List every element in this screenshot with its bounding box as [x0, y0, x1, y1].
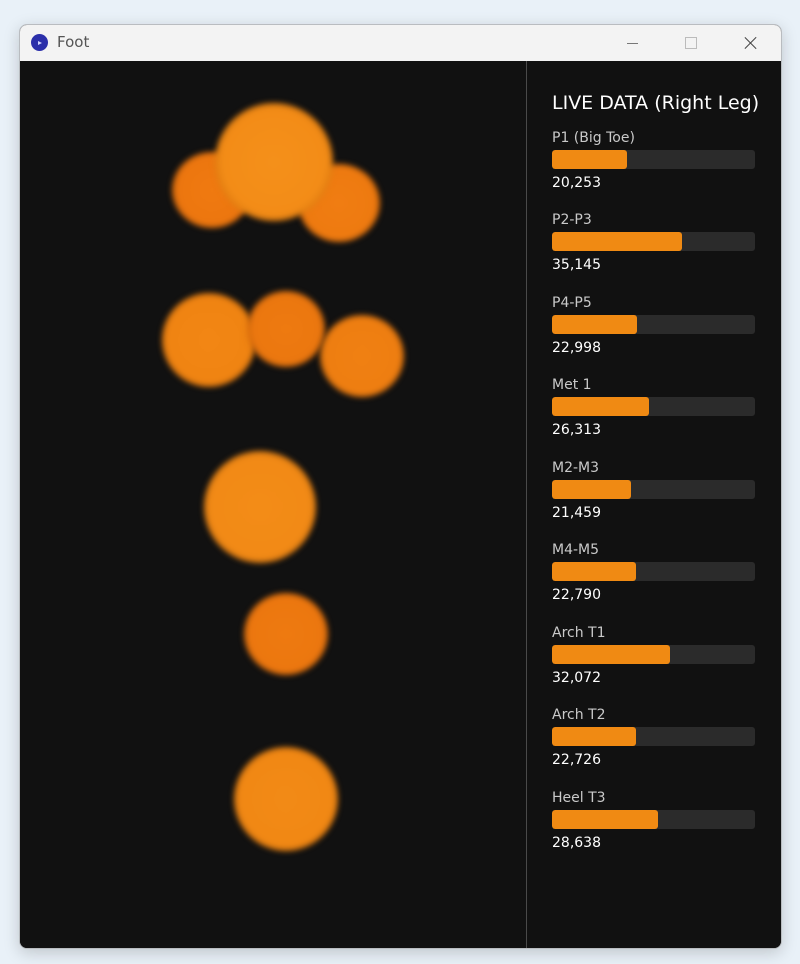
- sensor-blob-p1-big-toe: [215, 103, 333, 221]
- sensor-row: Met 1 26,313: [552, 377, 774, 447]
- sensor-blob-met-1: [162, 293, 256, 387]
- sensor-value: 20,253: [552, 175, 601, 191]
- pressure-bar: [552, 810, 755, 829]
- minimize-button[interactable]: [609, 25, 655, 61]
- sensor-label: P4-P5: [552, 295, 592, 311]
- window-content: LIVE DATA (Right Leg) P1 (Big Toe) 20,25…: [20, 61, 781, 948]
- close-icon: [744, 36, 758, 50]
- sensor-blob-m2-m3: [247, 291, 325, 367]
- sensor-blob-arch-t2: [244, 593, 328, 675]
- sensor-value: 21,459: [552, 505, 601, 521]
- sensor-label: P2-P3: [552, 212, 592, 228]
- sensor-blob-heel-t3: [234, 747, 338, 851]
- pressure-bar: [552, 562, 755, 581]
- sensor-row: P4-P5 22,998: [552, 295, 774, 365]
- pressure-bar-fill: [552, 727, 636, 746]
- sensor-value: 32,072: [552, 670, 601, 686]
- sensor-value: 35,145: [552, 257, 601, 273]
- sensor-row: Arch T1 32,072: [552, 625, 774, 695]
- sensor-row: M2-M3 21,459: [552, 460, 774, 530]
- maximize-icon: [685, 37, 697, 49]
- pressure-bar: [552, 727, 755, 746]
- sensor-label: Met 1: [552, 377, 592, 393]
- pressure-bar: [552, 645, 755, 664]
- pressure-bar: [552, 232, 755, 251]
- sensor-value: 22,790: [552, 587, 601, 603]
- close-button[interactable]: [728, 25, 774, 61]
- sensor-blob-arch-t1: [204, 451, 316, 563]
- pressure-bar: [552, 315, 755, 334]
- live-data-panel: LIVE DATA (Right Leg) P1 (Big Toe) 20,25…: [552, 61, 774, 948]
- app-logo-icon: [31, 34, 48, 51]
- foot-pressure-heatmap: [20, 61, 526, 948]
- pressure-bar-fill: [552, 480, 632, 499]
- panel-title: LIVE DATA (Right Leg): [552, 92, 760, 114]
- sensor-row: Arch T2 22,726: [552, 707, 774, 777]
- maximize-button[interactable]: [668, 25, 714, 61]
- sensor-row: P2-P3 35,145: [552, 212, 774, 282]
- sensor-value: 22,998: [552, 340, 601, 356]
- pressure-bar-fill: [552, 315, 637, 334]
- pressure-bar-fill: [552, 150, 627, 169]
- app-window: Foot LIVE DATA (Right Leg) P1 (Big Toe) …: [19, 24, 782, 949]
- pressure-bar: [552, 480, 755, 499]
- sensor-value: 22,726: [552, 752, 601, 768]
- sensor-row: M4-M5 22,790: [552, 542, 774, 612]
- sensor-label: M4-M5: [552, 542, 600, 558]
- pressure-bar-fill: [552, 810, 658, 829]
- panel-divider: [526, 61, 527, 948]
- sensor-row: P1 (Big Toe) 20,253: [552, 130, 774, 200]
- sensor-value: 28,638: [552, 835, 601, 851]
- sensor-label: P1 (Big Toe): [552, 130, 635, 146]
- sensor-label: Arch T2: [552, 707, 606, 723]
- pressure-bar-fill: [552, 232, 682, 251]
- pressure-bar-fill: [552, 645, 671, 664]
- pressure-bar-fill: [552, 397, 650, 416]
- sensor-value: 26,313: [552, 422, 601, 438]
- pressure-bar: [552, 397, 755, 416]
- title-bar[interactable]: Foot: [20, 25, 781, 61]
- sensor-row: Heel T3 28,638: [552, 790, 774, 860]
- pressure-bar-fill: [552, 562, 637, 581]
- window-title: Foot: [57, 33, 90, 51]
- sensor-label: M2-M3: [552, 460, 600, 476]
- sensor-label: Arch T1: [552, 625, 606, 641]
- sensor-blob-m4-m5: [320, 315, 404, 397]
- pressure-bar: [552, 150, 755, 169]
- sensor-label: Heel T3: [552, 790, 606, 806]
- minimize-icon: [626, 42, 638, 44]
